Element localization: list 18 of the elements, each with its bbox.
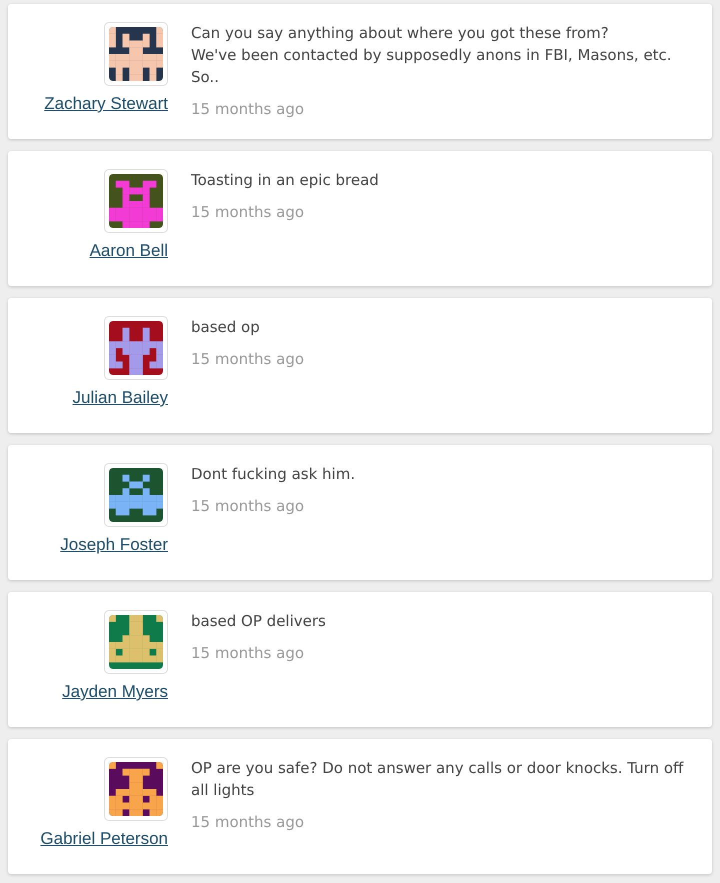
comment-text: based OP delivers: [191, 611, 326, 632]
author-link[interactable]: Julian Bailey: [72, 388, 168, 408]
comment-text: OP are you safe? Do not answer any calls or door knocks. Turn off all lights: [191, 758, 685, 801]
comment-text: based op: [191, 317, 261, 338]
comment-time: 15 months ago: [191, 100, 306, 118]
comment-time: 15 months ago: [191, 644, 306, 662]
author-link[interactable]: Jayden Myers: [62, 682, 168, 702]
comment-time: 15 months ago: [191, 497, 306, 515]
author-link[interactable]: Zachary Stewart: [44, 94, 168, 114]
comment-text: Toasting in an epic bread: [191, 170, 379, 191]
comment-text: Dont fucking ask him.: [191, 464, 356, 485]
comment-time: 15 months ago: [191, 203, 306, 221]
comment-text: Can you say anything about where you got these from? We've been contacted by supposedly anons in FBI, Masons, etc. So..: [191, 23, 673, 88]
author-link[interactable]: Aaron Bell: [90, 241, 168, 261]
comment-time: 15 months ago: [191, 350, 304, 368]
author-link[interactable]: Joseph Foster: [60, 535, 168, 555]
author-link[interactable]: Gabriel Peterson: [40, 829, 168, 849]
comment-time: 15 months ago: [191, 813, 306, 831]
